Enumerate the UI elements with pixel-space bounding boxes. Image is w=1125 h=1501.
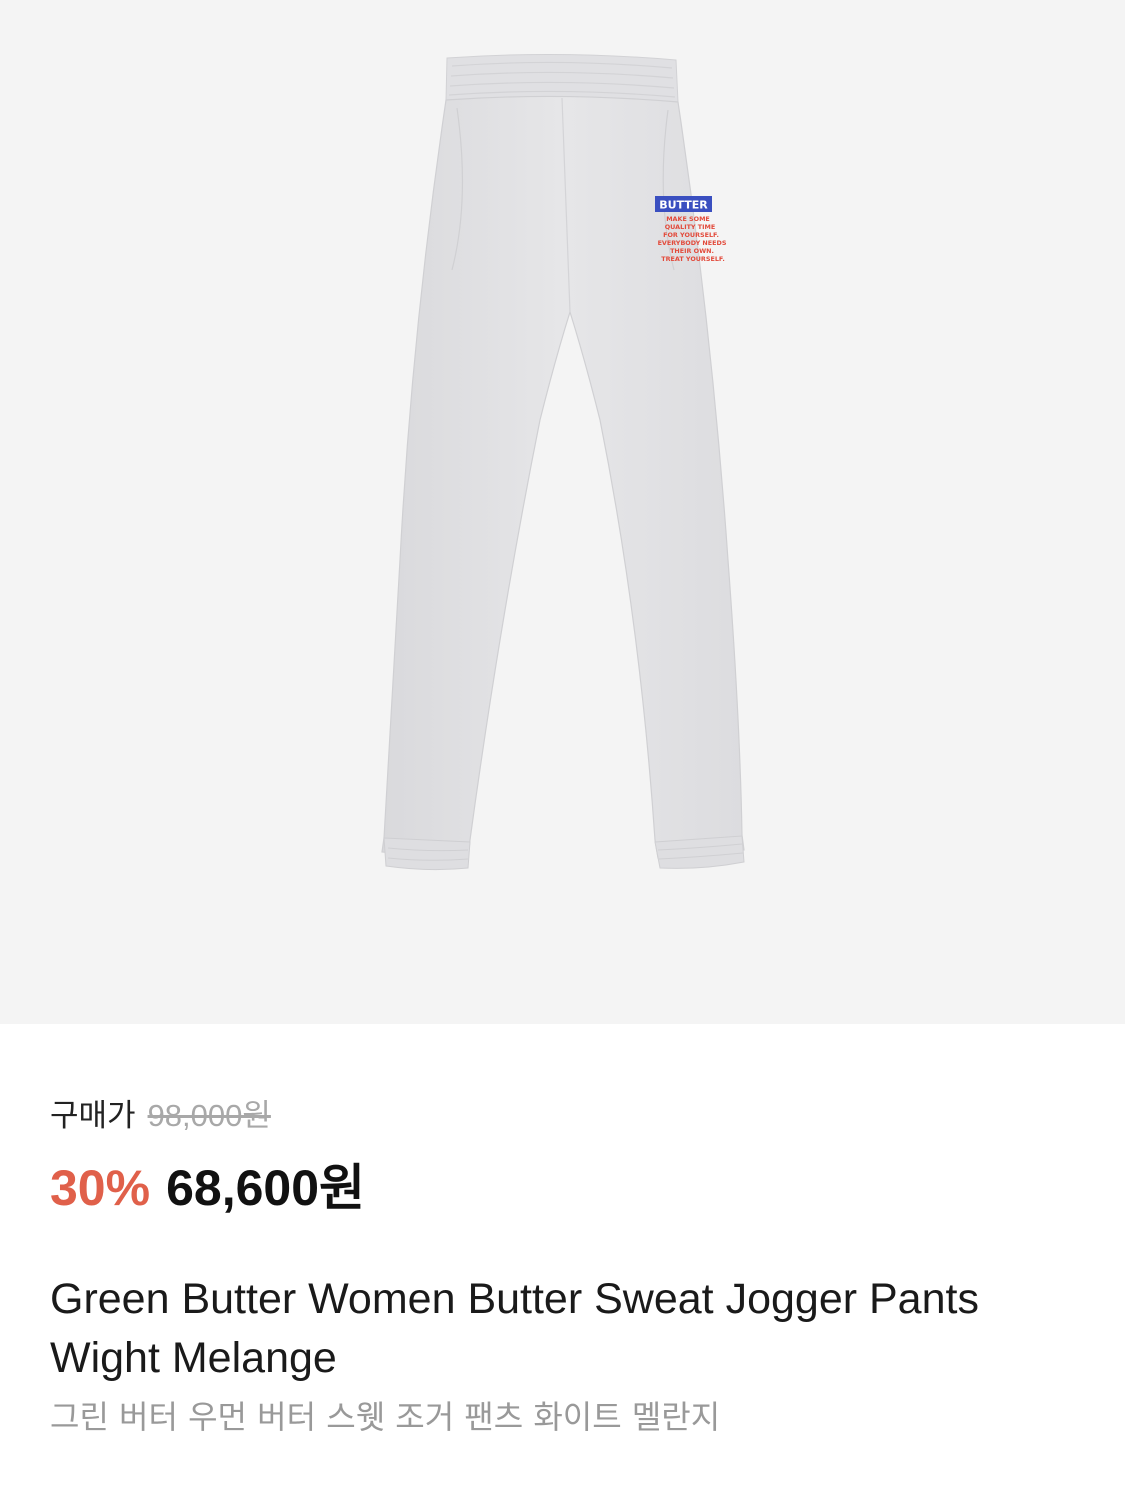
- print-line: TREAT YOURSELF.: [661, 255, 725, 263]
- print-line: THEIR OWN.: [670, 247, 714, 255]
- price-label: 구매가: [50, 1098, 136, 1133]
- print-line: EVERYBODY NEEDS: [658, 239, 727, 247]
- product-subtitle-korean: 그린 버터 우먼 버터 스웻 조거 팬츠 화이트 멜란지: [50, 1398, 721, 1436]
- product-detail-page: BUTTER MAKE SOME QUALITY TIME FOR YOURSE…: [0, 0, 1125, 1501]
- product-info: 구매가 98,000원 30% 68,600원 Green Butter Wom…: [50, 1090, 1085, 1438]
- product-image[interactable]: BUTTER MAKE SOME QUALITY TIME FOR YOURSE…: [0, 0, 1125, 1024]
- pants-illustration: BUTTER MAKE SOME QUALITY TIME FOR YOURSE…: [381, 53, 745, 871]
- print-line: MAKE SOME: [666, 215, 710, 223]
- original-price: 98,000원: [147, 1098, 271, 1133]
- print-text: MAKE SOME QUALITY TIME FOR YOURSELF. EVE…: [658, 215, 727, 263]
- butter-logo-text: BUTTER: [659, 199, 708, 212]
- sale-price: 68,600원: [166, 1160, 366, 1216]
- sale-row: 30% 68,600원: [50, 1148, 1085, 1216]
- print-line: FOR YOURSELF.: [663, 231, 719, 239]
- discount-rate: 30%: [50, 1160, 151, 1216]
- print-line: QUALITY TIME: [665, 223, 716, 231]
- price-row: 구매가 98,000원: [50, 1090, 1085, 1133]
- product-title: Green Butter Women Butter Sweat Jogger P…: [50, 1275, 979, 1382]
